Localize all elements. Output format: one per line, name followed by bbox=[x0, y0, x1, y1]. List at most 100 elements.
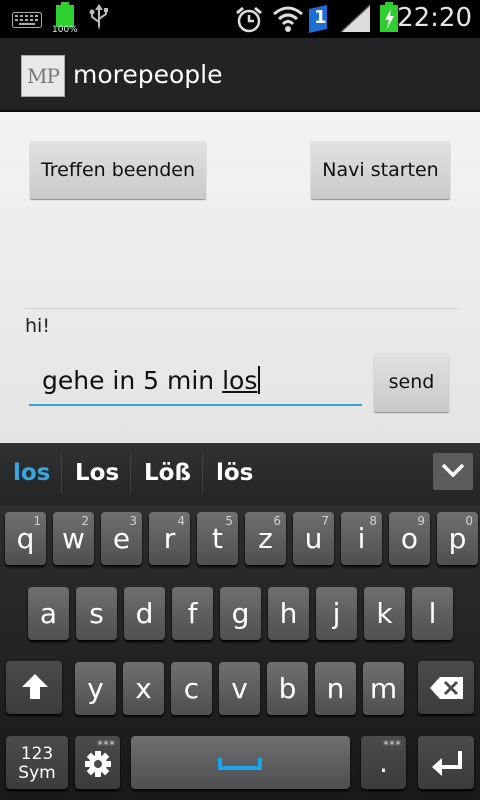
key-label: q bbox=[16, 522, 35, 555]
clock: 22:20 bbox=[397, 3, 472, 33]
input-committed-text: gehe in 5 min bbox=[42, 366, 223, 395]
letter-r-key[interactable]: 4r bbox=[149, 512, 190, 565]
key-label: e bbox=[112, 522, 131, 555]
period-key-label: . bbox=[379, 746, 388, 779]
key-label: w bbox=[62, 522, 85, 555]
space-key[interactable] bbox=[131, 736, 350, 789]
suggestion-divider bbox=[202, 454, 203, 494]
letter-x-key[interactable]: x bbox=[123, 662, 164, 715]
letter-e-key[interactable]: 3e bbox=[101, 512, 142, 565]
keyboard: 123 Sym *** *** . 1q2w3e4r5t6z7u8i9o0p as… bbox=[0, 505, 480, 800]
key-label: k bbox=[376, 597, 393, 630]
letter-l-key[interactable]: l bbox=[412, 587, 453, 640]
notification-count: 1 bbox=[314, 7, 327, 28]
letter-j-key[interactable]: j bbox=[316, 587, 357, 640]
letter-u-key[interactable]: 7u bbox=[293, 512, 334, 565]
enter-icon bbox=[430, 749, 464, 781]
app-logo[interactable]: MP bbox=[21, 55, 65, 97]
letter-b-key[interactable]: b bbox=[267, 662, 308, 715]
divider bbox=[25, 308, 457, 309]
keyboard-icon bbox=[12, 12, 42, 32]
key-label: s bbox=[89, 597, 104, 630]
key-label: c bbox=[183, 672, 200, 705]
start-navi-button[interactable]: Navi starten bbox=[311, 141, 450, 199]
message-input-text: gehe in 5 min los bbox=[42, 366, 261, 395]
letter-f-key[interactable]: f bbox=[172, 587, 213, 640]
suggestion-item[interactable]: Löß bbox=[144, 460, 191, 486]
key-label: z bbox=[258, 522, 273, 555]
key-label: p bbox=[448, 522, 467, 555]
symbols-key[interactable]: 123 Sym bbox=[6, 736, 68, 789]
key-label: b bbox=[278, 672, 297, 705]
letter-s-key[interactable]: s bbox=[76, 587, 117, 640]
signal-icon bbox=[340, 4, 372, 36]
key-label: l bbox=[428, 597, 437, 630]
collapse-keyboard-button[interactable] bbox=[433, 453, 473, 490]
key-label: r bbox=[163, 522, 176, 555]
letter-o-key[interactable]: 9o bbox=[389, 512, 430, 565]
key-label: x bbox=[135, 672, 152, 705]
letter-q-key[interactable]: 1q bbox=[5, 512, 46, 565]
settings-key[interactable]: *** bbox=[75, 736, 120, 789]
key-label: n bbox=[326, 672, 345, 705]
end-meeting-button[interactable]: Treffen beenden bbox=[30, 141, 206, 199]
symbols-key-label-2: Sym bbox=[18, 763, 56, 783]
text-caret bbox=[258, 366, 261, 394]
key-label: h bbox=[279, 597, 298, 630]
key-label: t bbox=[212, 522, 223, 555]
action-bar: MP morepeople bbox=[0, 38, 480, 112]
letter-h-key[interactable]: h bbox=[268, 587, 309, 640]
main-content: Treffen beenden Navi starten hi! gehe in… bbox=[0, 112, 480, 443]
status-bar: 100% 1 22:20 bbox=[0, 0, 480, 38]
letter-a-key[interactable]: a bbox=[28, 587, 69, 640]
letter-t-key[interactable]: 5t bbox=[197, 512, 238, 565]
key-label: g bbox=[231, 597, 250, 630]
key-label: a bbox=[39, 597, 58, 630]
letter-y-key[interactable]: y bbox=[75, 662, 116, 715]
shift-arrow-icon bbox=[21, 673, 49, 705]
key-label: f bbox=[187, 597, 198, 630]
suggestion-divider bbox=[61, 454, 62, 494]
space-bar-icon bbox=[218, 756, 262, 776]
key-label: o bbox=[400, 522, 419, 555]
suggestion-strip: los Los Löß lös bbox=[0, 443, 480, 505]
letter-p-key[interactable]: 0p bbox=[437, 512, 478, 565]
key-label: u bbox=[304, 522, 323, 555]
key-label: i bbox=[357, 522, 366, 555]
letter-v-key[interactable]: v bbox=[219, 662, 260, 715]
chevron-down-icon bbox=[441, 462, 465, 484]
letter-c-key[interactable]: c bbox=[171, 662, 212, 715]
chat-message: hi! bbox=[25, 315, 50, 337]
letter-w-key[interactable]: 2w bbox=[53, 512, 94, 565]
input-composing-text: los bbox=[222, 366, 258, 395]
message-input[interactable]: gehe in 5 min los bbox=[29, 362, 362, 406]
gear-icon bbox=[84, 750, 112, 782]
usb-icon bbox=[88, 4, 110, 38]
battery-percent: 100% bbox=[52, 25, 78, 35]
key-label: m bbox=[369, 672, 398, 705]
backspace-key[interactable] bbox=[418, 661, 474, 714]
enter-key[interactable] bbox=[418, 736, 474, 789]
backspace-icon bbox=[430, 677, 464, 703]
send-button[interactable]: send bbox=[374, 353, 449, 412]
letter-m-key[interactable]: m bbox=[363, 662, 404, 715]
letter-n-key[interactable]: n bbox=[315, 662, 356, 715]
period-key[interactable]: *** . bbox=[361, 736, 406, 789]
letter-k-key[interactable]: k bbox=[364, 587, 405, 640]
notification-badge-icon: 1 bbox=[307, 5, 331, 37]
shift-key[interactable] bbox=[6, 661, 62, 714]
app-title: morepeople bbox=[73, 60, 223, 89]
suggestion-item[interactable]: los bbox=[13, 460, 50, 486]
letter-g-key[interactable]: g bbox=[220, 587, 261, 640]
letter-z-key[interactable]: 6z bbox=[245, 512, 286, 565]
key-label: j bbox=[332, 597, 341, 630]
key-label: d bbox=[135, 597, 154, 630]
symbols-key-label-1: 123 bbox=[20, 744, 54, 764]
suggestion-item[interactable]: lös bbox=[216, 460, 253, 486]
alarm-icon bbox=[234, 5, 264, 39]
suggestion-item[interactable]: Los bbox=[75, 460, 119, 486]
key-label: y bbox=[87, 672, 104, 705]
key-label: v bbox=[231, 672, 248, 705]
letter-d-key[interactable]: d bbox=[124, 587, 165, 640]
letter-i-key[interactable]: 8i bbox=[341, 512, 382, 565]
